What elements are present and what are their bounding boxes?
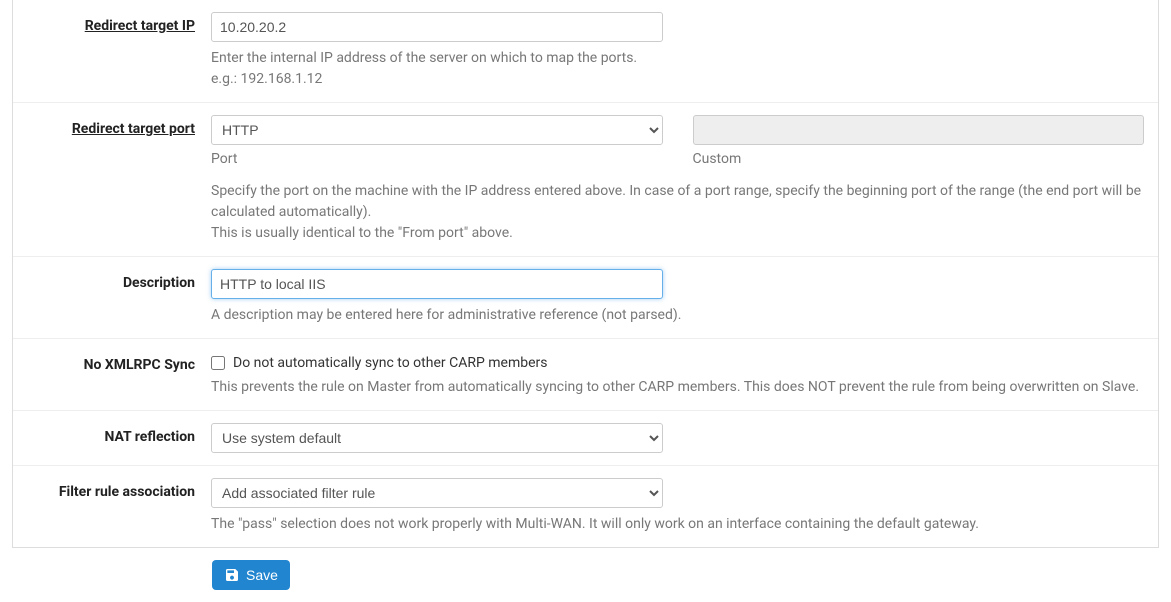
row-filter-rule-association: Filter rule association Add associated f… <box>13 465 1158 547</box>
redirect-target-port-select[interactable]: HTTP <box>211 115 663 145</box>
sublabel-custom: Custom <box>693 151 1145 167</box>
label-description: Description <box>123 275 195 291</box>
help-redirect-target-port: Specify the port on the machine with the… <box>211 181 1144 244</box>
nat-form-panel: Redirect target IP Enter the internal IP… <box>12 0 1159 548</box>
row-redirect-target-ip: Redirect target IP Enter the internal IP… <box>13 0 1158 102</box>
help-filter-rule-association: The "pass" selection does not work prope… <box>211 514 1144 535</box>
row-description: Description A description may be entered… <box>13 256 1158 338</box>
nat-reflection-select[interactable]: Use system default <box>211 423 663 453</box>
label-no-xmlrpc-sync: No XMLRPC Sync <box>84 357 195 373</box>
redirect-target-ip-input[interactable] <box>211 12 663 42</box>
button-row: Save <box>0 548 1171 602</box>
save-button[interactable]: Save <box>212 560 290 590</box>
sublabel-port: Port <box>211 151 663 167</box>
description-input[interactable] <box>211 269 663 299</box>
label-redirect-target-ip: Redirect target IP <box>85 18 195 34</box>
filter-rule-association-select[interactable]: Add associated filter rule <box>211 478 663 508</box>
label-redirect-target-port: Redirect target port <box>72 121 195 137</box>
help-description: A description may be entered here for ad… <box>211 305 1144 326</box>
label-nat-reflection: NAT reflection <box>104 429 195 445</box>
save-button-label: Save <box>246 567 278 583</box>
no-xmlrpc-sync-checkbox-label: Do not automatically sync to other CARP … <box>233 355 548 371</box>
save-icon <box>224 567 240 583</box>
help-redirect-target-ip: Enter the internal IP address of the ser… <box>211 48 1144 90</box>
row-no-xmlrpc-sync: No XMLRPC Sync Do not automatically sync… <box>13 338 1158 410</box>
label-filter-rule-association: Filter rule association <box>59 484 195 500</box>
no-xmlrpc-sync-checkbox[interactable] <box>211 356 225 370</box>
row-nat-reflection: NAT reflection Use system default <box>13 410 1158 465</box>
redirect-target-port-custom-input <box>693 115 1145 145</box>
help-no-xmlrpc-sync: This prevents the rule on Master from au… <box>211 377 1144 398</box>
row-redirect-target-port: Redirect target port HTTP Port Custom Sp… <box>13 102 1158 256</box>
